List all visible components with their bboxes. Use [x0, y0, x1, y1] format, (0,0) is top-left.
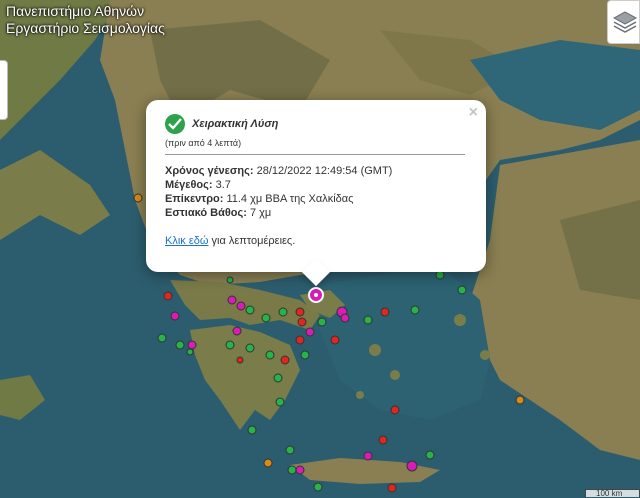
event-marker [163, 291, 173, 301]
origin-time-label: Χρόνος γένεσης: [165, 165, 254, 177]
magnitude-value: 3.7 [212, 179, 231, 191]
event-marker [273, 373, 283, 383]
event-popup: × Χειρακτική Λύση (πριν από 4 λεπτά) Χρό… [146, 100, 486, 287]
popup-ago: (πριν από 4 λεπτά) [165, 138, 242, 148]
event-marker [245, 343, 255, 353]
event-marker [265, 350, 275, 360]
event-marker [285, 445, 295, 455]
lab-header: Πανεπιστήμιο Αθηνών Εργαστήριο Σεισμολογ… [6, 3, 165, 37]
magnitude-label: Μέγεθος: [165, 179, 213, 191]
popup-title: Χειρακτική Λύση [192, 118, 279, 130]
event-marker [300, 350, 310, 360]
epicenter-label: Επίκεντρο: [165, 193, 224, 205]
event-marker [278, 307, 288, 317]
close-icon[interactable]: × [469, 104, 478, 122]
event-marker [295, 465, 305, 475]
event-marker [232, 326, 242, 336]
header-lab: Εργαστήριο Σεισμολογίας [6, 20, 165, 36]
event-marker [410, 305, 420, 315]
origin-time-row: Χρόνος γένεσης: 28/12/2022 12:49:54 (GMT… [165, 164, 466, 178]
event-marker [236, 356, 244, 364]
details-text: για λεπτομέρειες. [208, 235, 296, 247]
event-marker [287, 465, 297, 475]
event-marker [363, 315, 373, 325]
event-marker [340, 313, 350, 323]
event-marker [313, 482, 323, 492]
event-marker [186, 348, 194, 356]
event-marker [330, 335, 340, 345]
layers-button[interactable] [607, 0, 640, 44]
popup-title-row: Χειρακτική Λύση [165, 114, 466, 134]
event-marker [236, 301, 246, 311]
event-marker [247, 425, 257, 435]
event-marker [297, 317, 307, 327]
event-marker [317, 317, 327, 327]
event-marker [387, 483, 397, 493]
event-marker [425, 450, 435, 460]
event-marker [457, 285, 467, 295]
event-marker [280, 355, 290, 365]
depth-value: 7 χμ [246, 207, 272, 219]
event-marker [390, 405, 400, 415]
epicenter-value: 11.4 χμ ΒΒΑ της Χαλκίδας [223, 193, 354, 205]
event-marker [380, 307, 390, 317]
scale-bar: 100 km [585, 489, 640, 498]
event-marker [515, 395, 525, 405]
depth-label: Εστιακό Βάθος: [165, 207, 247, 219]
event-marker [363, 451, 373, 461]
event-marker [225, 340, 235, 350]
event-marker [170, 311, 180, 321]
event-marker [305, 327, 315, 337]
event-marker [187, 340, 197, 350]
event-marker [157, 333, 167, 343]
event-marker [275, 397, 285, 407]
event-marker [245, 305, 255, 315]
event-marker [226, 276, 234, 284]
event-marker [133, 193, 143, 203]
header-university: Πανεπιστήμιο Αθηνών [6, 3, 145, 19]
event-marker [406, 460, 418, 472]
details-link[interactable]: Κλικ εδώ [165, 235, 208, 247]
depth-row: Εστιακό Βάθος: 7 χμ [165, 206, 466, 220]
side-panel-tab[interactable] [0, 60, 8, 120]
layers-icon [612, 11, 638, 33]
event-marker [378, 435, 388, 445]
origin-time-value: 28/12/2022 12:49:54 (GMT) [253, 165, 393, 177]
divider [165, 154, 465, 155]
event-marker [261, 313, 271, 323]
check-icon [165, 114, 185, 134]
event-marker [263, 458, 273, 468]
event-marker [435, 270, 445, 280]
magnitude-row: Μέγεθος: 3.7 [165, 178, 466, 192]
details-row: Κλικ εδώ για λεπτομέρειες. [165, 235, 466, 247]
event-marker [227, 295, 237, 305]
epicenter-row: Επίκεντρο: 11.4 χμ ΒΒΑ της Χαλκίδας [165, 192, 466, 206]
event-marker [295, 335, 305, 345]
event-marker [175, 340, 185, 350]
event-marker [295, 307, 305, 317]
